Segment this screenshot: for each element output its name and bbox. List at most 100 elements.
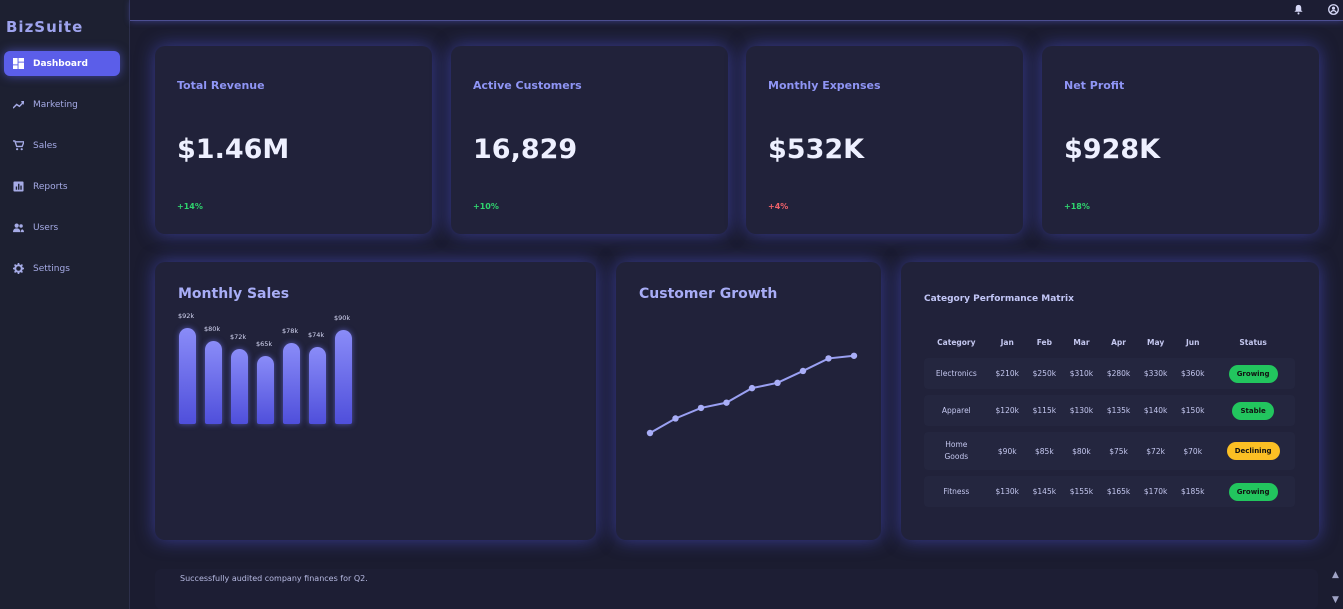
growth-point	[850, 352, 858, 359]
matrix-title: Category Performance Matrix	[924, 294, 1074, 304]
value-cell: $165k	[1099, 476, 1138, 507]
kpi-card-total-revenue: Total Revenue $1.46M +14%	[155, 46, 432, 234]
kpi-title: Active Customers	[473, 79, 582, 92]
bell-icon[interactable]	[1293, 0, 1305, 15]
value-cell: $115k	[1025, 395, 1063, 426]
column-header: May	[1147, 337, 1165, 347]
value-cell: $150k	[1174, 395, 1212, 426]
kpi-title: Total Revenue	[177, 79, 265, 92]
kpi-card-net-profit: Net Profit $928K +18%	[1042, 46, 1319, 234]
value-cell: $80k	[1062, 432, 1100, 470]
kpi-title: Monthly Expenses	[768, 79, 881, 92]
category-cell: Home Goods	[924, 432, 989, 470]
status-badge: Growing	[1228, 364, 1278, 383]
growth-point	[799, 367, 807, 375]
value-cell: $90k	[988, 432, 1026, 470]
column-header: Category	[937, 337, 976, 347]
sidebar-item-settings[interactable]: Settings	[4, 256, 120, 281]
sidebar-item-reports[interactable]: Reports	[4, 174, 120, 199]
sales-bar	[179, 328, 196, 424]
value-cell: $70k	[1174, 432, 1212, 470]
brand-logo: BizSuite	[6, 18, 84, 36]
value-cell: $130k	[1062, 395, 1100, 426]
column-header: Feb	[1036, 337, 1052, 347]
sidebar-item-users[interactable]: Users	[4, 215, 120, 240]
column-header: Mar	[1073, 337, 1090, 347]
table-row: Electronics $210k $250k $310k $280k $330…	[924, 358, 1295, 389]
growth-point	[672, 415, 679, 422]
sales-bar	[257, 356, 274, 424]
category-cell: Electronics	[924, 358, 989, 389]
status-cell: Growing	[1211, 476, 1295, 507]
users-icon	[13, 222, 24, 233]
category-cell: Fitness	[924, 476, 989, 507]
value-cell: $155k	[1062, 476, 1100, 507]
kpi-delta: +10%	[473, 202, 499, 211]
kpi-value: $532K	[768, 134, 865, 165]
value-cell: $75k	[1099, 432, 1138, 470]
value-cell: $185k	[1174, 476, 1212, 507]
sidebar: BizSuite Dashboard Marketing Sales Repor…	[0, 0, 130, 609]
top-bar	[130, 0, 1343, 21]
kpi-delta: +14%	[177, 202, 203, 211]
value-cell: $360k	[1174, 358, 1212, 389]
status-badge: Declining	[1226, 442, 1280, 460]
value-cell: $140k	[1137, 395, 1175, 426]
category-matrix-table: Category Jan Feb Mar Apr May Jun Status …	[924, 326, 1295, 513]
column-header: Jun	[1185, 337, 1200, 347]
sales-bar	[335, 330, 352, 424]
account-icon[interactable]	[1328, 0, 1340, 15]
sidebar-item-sales[interactable]: Sales	[4, 133, 120, 158]
sidebar-item-label: Settings	[33, 263, 70, 274]
dashboard-icon	[13, 58, 24, 69]
table-header-row: Category Jan Feb Mar Apr May Jun Status	[924, 332, 1295, 352]
bar-value-label: $72k	[230, 333, 247, 341]
bar-value-label: $90k	[334, 314, 351, 322]
column-header: Status	[1239, 337, 1267, 347]
category-label: Home Goods	[944, 440, 969, 461]
sales-bar	[231, 349, 248, 424]
growth-point	[774, 379, 781, 387]
scroll-up-icon[interactable]: ▲	[1332, 570, 1342, 580]
value-cell: $210k	[988, 358, 1026, 389]
sidebar-item-marketing[interactable]: Marketing	[4, 92, 120, 117]
kpi-value: $928K	[1064, 134, 1161, 165]
sidebar-item-label: Marketing	[33, 99, 78, 110]
sidebar-item-label: Dashboard	[33, 58, 88, 69]
gear-icon	[13, 263, 24, 274]
sidebar-item-dashboard[interactable]: Dashboard	[4, 51, 120, 76]
kpi-delta: +4%	[768, 202, 789, 211]
column-header: Apr	[1111, 337, 1126, 347]
sales-bar	[283, 343, 300, 424]
report-icon	[13, 181, 24, 192]
bar-value-label: $78k	[282, 327, 299, 335]
growth-point	[697, 404, 705, 412]
bar-value-label: $74k	[308, 331, 325, 339]
status-badge: Stable	[1232, 401, 1274, 420]
bar-value-label: $80k	[204, 325, 221, 333]
kpi-value: 16,829	[473, 134, 578, 165]
growth-point	[748, 384, 756, 392]
activity-log[interactable]: Successfully audited company finances fo…	[155, 569, 1339, 609]
kpi-card-active-customers: Active Customers 16,829 +10%	[451, 46, 728, 234]
growth-line	[649, 354, 855, 434]
value-cell: $135k	[1099, 395, 1138, 426]
sidebar-item-label: Reports	[33, 181, 68, 192]
table-row: Home Goods $90k $85k $80k $75k $72k $70k…	[924, 432, 1295, 470]
growth-point	[825, 355, 832, 362]
growth-point	[646, 429, 654, 437]
scroll-down-icon[interactable]: ▼	[1332, 595, 1342, 605]
value-cell: $330k	[1137, 358, 1175, 389]
bar-value-label: $65k	[256, 340, 273, 348]
growth-point	[723, 399, 730, 406]
value-cell: $120k	[988, 395, 1026, 426]
column-header: Jan	[1000, 337, 1014, 347]
sales-bar	[309, 347, 326, 424]
value-cell: $250k	[1025, 358, 1063, 389]
category-cell: Apparel	[924, 395, 989, 426]
value-cell: $85k	[1025, 432, 1063, 470]
status-cell: Growing	[1211, 358, 1295, 389]
value-cell: $280k	[1099, 358, 1138, 389]
sidebar-item-label: Users	[33, 222, 59, 233]
status-cell: Declining	[1211, 432, 1295, 470]
